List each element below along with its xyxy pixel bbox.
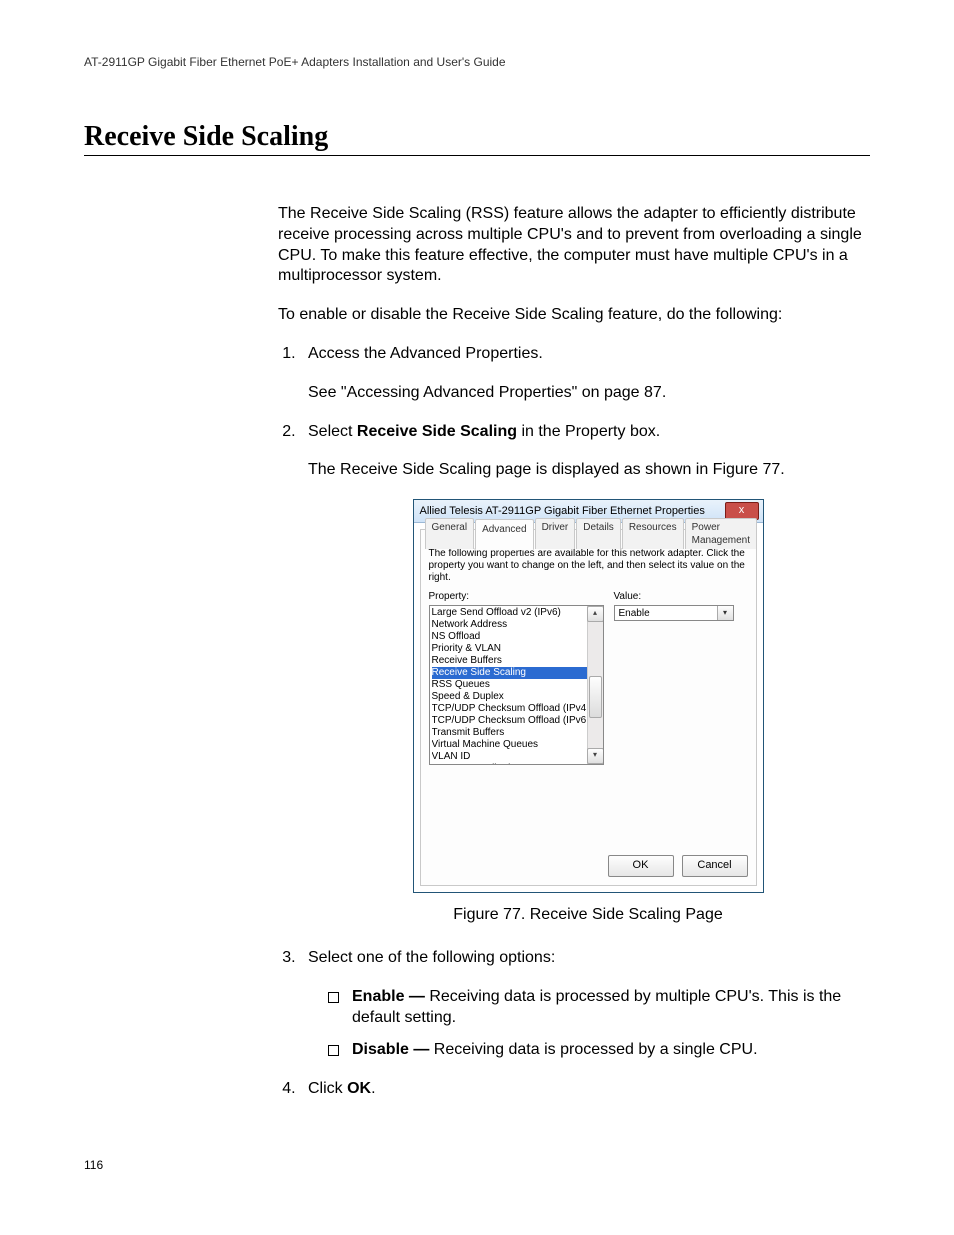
step-2-post: in the Property box.	[517, 423, 660, 440]
list-item[interactable]: Transmit Buffers	[432, 727, 603, 739]
tab-strip: General Advanced Driver Details Resource…	[425, 518, 759, 549]
figure-77: Allied Telesis AT-2911GP Gigabit Fiber E…	[413, 499, 764, 893]
scroll-up-icon[interactable]: ▴	[587, 606, 604, 622]
step-4-post: .	[371, 1080, 375, 1097]
step-2-line-2: The Receive Side Scaling page is display…	[308, 460, 868, 481]
value-dropdown[interactable]: Enable ▾	[614, 605, 734, 621]
dialog-description: The following properties are available f…	[429, 548, 748, 584]
property-listbox[interactable]: Large Send Offload v2 (IPv6) Network Add…	[429, 605, 604, 765]
option-disable: Disable — Receiving data is processed by…	[328, 1040, 868, 1061]
value-dropdown-text: Enable	[619, 607, 650, 620]
tab-advanced[interactable]: Advanced	[475, 519, 533, 550]
option-disable-label: Disable —	[352, 1041, 429, 1058]
label-property: Property:	[429, 590, 614, 603]
list-item[interactable]: Virtual Machine Queues	[432, 739, 603, 751]
list-item[interactable]: VLAN ID	[432, 751, 603, 763]
list-item[interactable]: Speed & Duplex	[432, 691, 603, 703]
step-1-line-2: See "Accessing Advanced Properties" on p…	[308, 383, 868, 404]
list-item[interactable]: RSS Queues	[432, 679, 603, 691]
options-list: Enable — Receiving data is processed by …	[308, 987, 868, 1061]
list-item[interactable]: NS Offload	[432, 631, 603, 643]
figure-caption: Figure 77. Receive Side Scaling Page	[308, 905, 868, 926]
list-item[interactable]: VMQ VLAN Filtering	[432, 763, 603, 765]
label-value: Value:	[614, 590, 642, 603]
listbox-scrollbar[interactable]: ▴ ▾	[587, 606, 603, 764]
option-enable-text: Receiving data is processed by multiple …	[352, 988, 841, 1026]
step-3: Select one of the following options: Ena…	[300, 948, 868, 1061]
steps-list: Access the Advanced Properties. See "Acc…	[278, 344, 868, 1100]
cancel-button[interactable]: Cancel	[682, 855, 748, 877]
option-enable: Enable — Receiving data is processed by …	[328, 987, 868, 1029]
tab-general[interactable]: General	[425, 518, 475, 549]
scroll-down-icon[interactable]: ▾	[587, 748, 604, 764]
tab-power-management[interactable]: Power Management	[685, 518, 757, 549]
chevron-down-icon[interactable]: ▾	[717, 606, 733, 620]
tab-driver[interactable]: Driver	[535, 518, 576, 549]
tab-details[interactable]: Details	[576, 518, 621, 549]
tab-resources[interactable]: Resources	[622, 518, 684, 549]
step-2: Select Receive Side Scaling in the Prope…	[300, 422, 868, 926]
list-item[interactable]: TCP/UDP Checksum Offload (IPv4	[432, 703, 603, 715]
step-1: Access the Advanced Properties. See "Acc…	[300, 344, 868, 404]
step-2-pre: Select	[308, 423, 357, 440]
list-item[interactable]: Receive Buffers	[432, 655, 603, 667]
step-2-bold: Receive Side Scaling	[357, 423, 517, 440]
close-icon: x	[739, 504, 745, 516]
dialog-body: General Advanced Driver Details Resource…	[420, 529, 757, 886]
properties-dialog: Allied Telesis AT-2911GP Gigabit Fiber E…	[413, 499, 764, 893]
option-disable-text: Receiving data is processed by a single …	[429, 1041, 757, 1058]
step-4-pre: Click	[308, 1080, 347, 1097]
list-item-selected[interactable]: Receive Side Scaling	[432, 667, 603, 679]
page-title: Receive Side Scaling	[84, 121, 870, 156]
dialog-title: Allied Telesis AT-2911GP Gigabit Fiber E…	[420, 505, 705, 517]
step-4: Click OK.	[300, 1079, 868, 1100]
step-2-line-1: Select Receive Side Scaling in the Prope…	[308, 422, 868, 443]
list-item[interactable]: Network Address	[432, 619, 603, 631]
running-header: AT-2911GP Gigabit Fiber Ethernet PoE+ Ad…	[84, 55, 870, 69]
scroll-thumb[interactable]	[589, 676, 602, 718]
list-item[interactable]: Priority & VLAN	[432, 643, 603, 655]
ok-button[interactable]: OK	[608, 855, 674, 877]
intro-paragraph-1: The Receive Side Scaling (RSS) feature a…	[278, 204, 868, 287]
option-enable-label: Enable —	[352, 988, 425, 1005]
step-1-line-1: Access the Advanced Properties.	[308, 344, 868, 365]
intro-paragraph-2: To enable or disable the Receive Side Sc…	[278, 305, 868, 326]
page-number: 116	[84, 1158, 103, 1172]
body-column: The Receive Side Scaling (RSS) feature a…	[278, 204, 868, 1100]
list-item[interactable]: Large Send Offload v2 (IPv6)	[432, 607, 603, 619]
step-4-bold: OK	[347, 1080, 371, 1097]
list-item[interactable]: TCP/UDP Checksum Offload (IPv6	[432, 715, 603, 727]
step-3-line: Select one of the following options:	[308, 948, 868, 969]
